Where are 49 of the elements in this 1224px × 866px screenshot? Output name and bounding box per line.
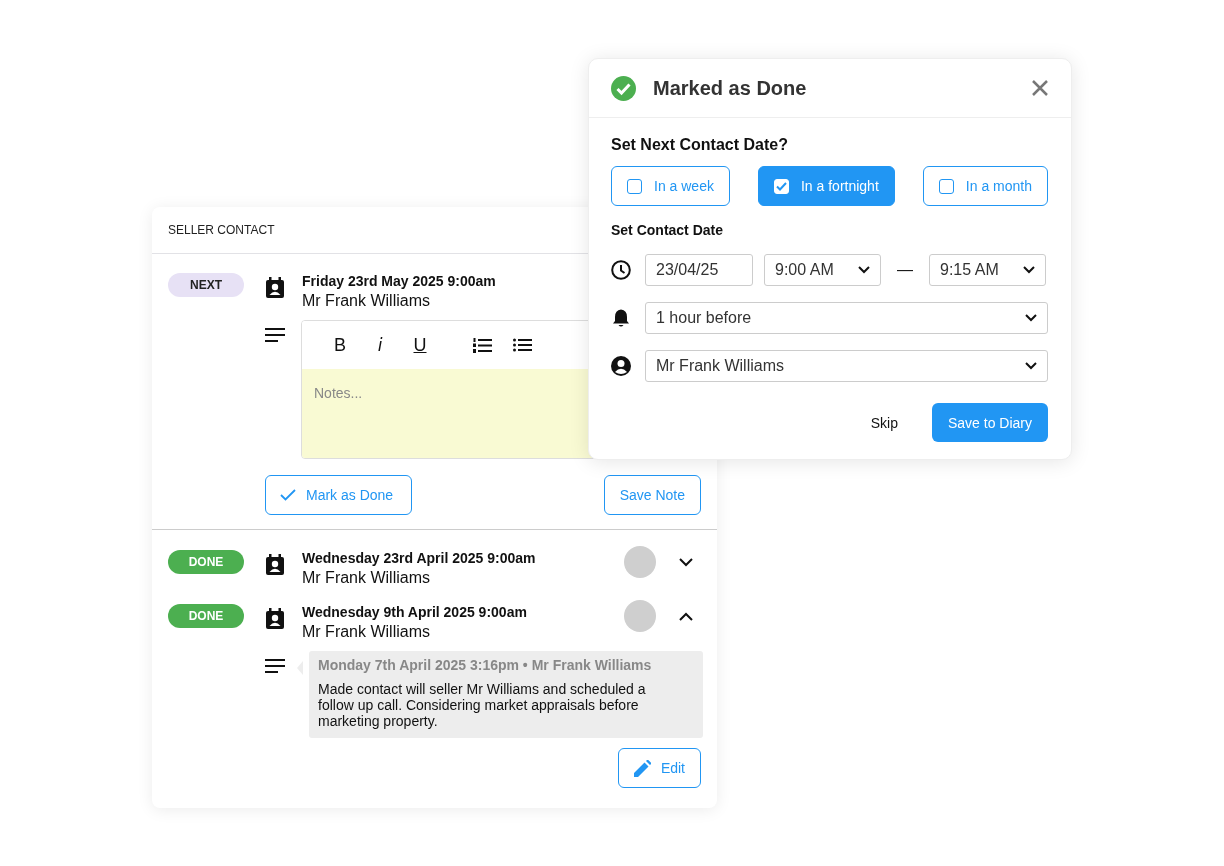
contact-date: Friday 23rd May 2025 9:00am [302,272,497,290]
dropdown-caret-icon [858,266,870,274]
chevron-icon [679,557,693,567]
notes-lines-icon [265,659,285,673]
card-title: SELLER CONTACT [168,223,275,237]
status-badge: DONE [168,604,244,628]
bell-icon [611,308,631,328]
person-icon [611,356,631,376]
dialog-title: Marked as Done [653,76,808,100]
start-time-select[interactable]: 9:00 AM [764,254,881,286]
next-contact-question: Set Next Contact Date? [611,135,789,155]
contact-calendar-icon [265,608,285,630]
note-text: Made contact will seller Mr Williams and scheduled a follow up call. Considering market appraisals before marketing property. [318,681,647,729]
numbered-list-icon [472,337,492,353]
dropdown-caret-icon [1023,266,1035,274]
contact-name: Mr Frank Williams [302,622,431,642]
contact-select[interactable]: Mr Frank Williams [645,350,1048,382]
avatar [624,600,656,632]
success-check-icon [611,75,636,101]
date-field[interactable]: 23/04/25 [645,254,753,286]
pencil-icon [633,759,651,777]
dropdown-caret-icon [1025,314,1037,322]
contact-calendar-icon [265,277,285,299]
dropdown-caret-icon [1025,362,1037,370]
contact-name: Mr Frank Williams [302,291,431,311]
bold-button[interactable]: B [320,331,360,359]
contact-name: Mr Frank Williams [302,568,431,588]
time-separator: — [897,261,913,279]
italic-button[interactable]: i [360,331,400,359]
contact-date: Wednesday 9th April 2025 9:00am [302,603,528,621]
check-icon [280,489,296,501]
underline-button[interactable]: U [400,331,440,359]
status-badge: NEXT [168,273,244,297]
contact-calendar-icon [265,554,285,576]
notes-lines-icon [265,328,285,342]
close-button[interactable] [1031,79,1049,97]
skip-button[interactable]: Skip [870,414,898,431]
close-icon [1031,79,1049,97]
end-time-select[interactable]: 9:15 AM [929,254,1046,286]
reminder-select[interactable]: 1 hour before [645,302,1048,334]
checkmark-icon [775,181,787,191]
note-meta: Monday 7th April 2025 3:16pm • Mr Frank Williams [318,657,653,673]
contact-date-heading: Set Contact Date [611,222,725,238]
clock-icon [611,260,631,280]
contact-date: Wednesday 23rd April 2025 9:00am [302,549,537,567]
bullet-list-icon [512,338,532,352]
chevron-icon [679,611,693,621]
status-badge: DONE [168,550,244,574]
avatar [624,546,656,578]
